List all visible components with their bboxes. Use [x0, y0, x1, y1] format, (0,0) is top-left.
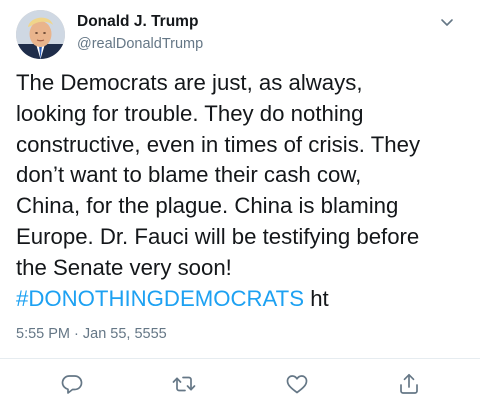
timestamp[interactable]: 5:55 PM · Jan 55, 5555	[16, 326, 167, 342]
tweet-card: Donald J. Trump @realDonaldTrump The Dem…	[0, 0, 480, 410]
reply-icon[interactable]	[59, 371, 85, 397]
tweet-text-line: Europe. Dr. Fauci will be testifying bef…	[16, 223, 420, 249]
author-handle[interactable]: @realDonaldTrump	[77, 36, 203, 52]
tweet-text-line: constructive, even in times of crisis. T…	[16, 131, 421, 157]
tweet-text-line: The Democrats are just, as always,	[16, 70, 363, 95]
tweet-text-line: don’t want to blame their cash cow,	[16, 162, 362, 188]
trailing-text: ht	[304, 285, 329, 311]
author-name[interactable]: Donald J. Trump	[77, 13, 198, 31]
tweet-text-line: China, for the plague. China is blaming	[16, 193, 399, 219]
tweet-text-line: looking for trouble. They do nothing	[16, 100, 364, 126]
tweet-text: The Democrats are just, as always, looki…	[16, 68, 468, 314]
share-icon[interactable]	[396, 371, 422, 397]
chevron-down-icon[interactable]	[437, 12, 457, 32]
tweet-text-line: the Senate very soon!	[16, 254, 232, 280]
retweet-icon[interactable]	[171, 371, 197, 397]
avatar[interactable]	[16, 10, 65, 59]
divider	[0, 358, 480, 359]
avatar-image	[16, 10, 65, 59]
tweet-text-last-line: #DONOTHINGDEMOCRATS ht	[16, 284, 468, 315]
heart-icon[interactable]	[284, 371, 310, 397]
hashtag-link[interactable]: #DONOTHINGDEMOCRATS	[16, 286, 304, 311]
